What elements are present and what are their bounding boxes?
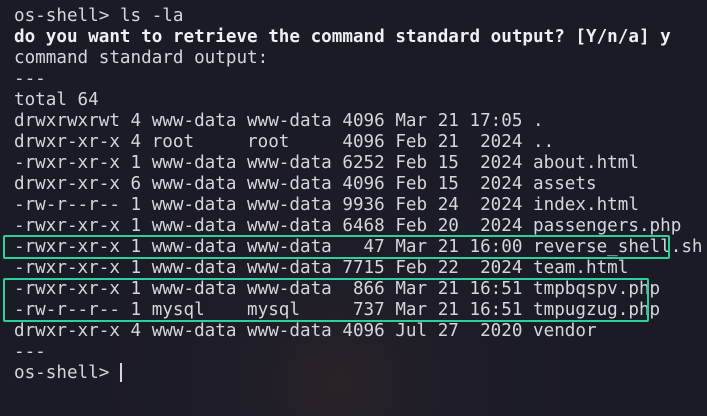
highlight-box-reverse-shell — [3, 235, 670, 259]
listing-row: -rwxr-xr-x 1 www-data www-data 6468 Feb … — [14, 216, 682, 236]
listing-row: -rw-r--r-- 1 www-data www-data 9936 Feb … — [14, 195, 639, 215]
command-text: ls -la — [119, 6, 184, 26]
retrieve-question: do you want to retrieve the command stan… — [14, 27, 671, 47]
listing-row: drwxr-xr-x 4 www-data www-data 4096 Jul … — [14, 321, 597, 341]
total-line: total 64 — [14, 90, 99, 110]
command-line: os-shell> ls -la — [14, 6, 707, 27]
final-prompt-line[interactable]: os-shell> — [14, 363, 707, 384]
listing-row: -rwxr-xr-x 1 www-data www-data 7715 Feb … — [14, 258, 629, 278]
separator: --- — [14, 69, 46, 89]
listing-row: drwxr-xr-x 4 root root 4096 Feb 21 2024 … — [14, 132, 555, 152]
highlight-box-tmp-files — [3, 278, 649, 322]
output-header: command standard output: — [14, 48, 269, 68]
listing-row: drwxrwxrwt 4 www-data www-data 4096 Mar … — [14, 111, 544, 131]
text-cursor — [119, 363, 122, 382]
final-prompt: os-shell> — [14, 363, 120, 383]
terminal-window[interactable]: os-shell> ls -la do you want to retrieve… — [0, 0, 707, 416]
prompt: os-shell> — [14, 6, 120, 26]
end-separator: --- — [14, 342, 46, 362]
listing-row: drwxr-xr-x 6 www-data www-data 4096 Feb … — [14, 174, 597, 194]
listing-row: -rwxr-xr-x 1 www-data www-data 6252 Feb … — [14, 153, 639, 173]
